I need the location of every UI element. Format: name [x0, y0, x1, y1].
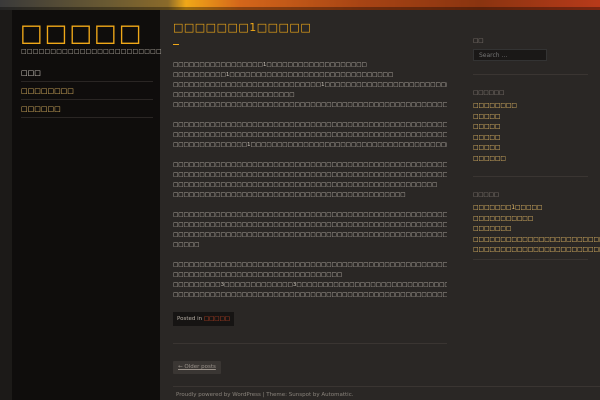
recent-post-link[interactable]: □□□□□□ [473, 154, 588, 165]
recent-posts-title: □□□□□□ [473, 90, 505, 96]
footer-divider [173, 386, 600, 387]
text-line: □□□□□□□□□□□□□□□□□□□□□□□□□□□□□□□□□□□□□□□□… [173, 182, 438, 188]
recent-post-link[interactable]: □□□□□ [473, 122, 588, 133]
site-footer: Proudly powered by WordPress | Theme: Su… [176, 392, 353, 398]
text-line: □□□□□□□□□□□□□□□□□1□□□□□□□□□□□□□□□□□□□ [173, 62, 367, 68]
text-line: □□□□□□□□□□□□□□□□□□□□□□□□□□□□□□□□□□□□□□□□… [173, 262, 447, 268]
category-link[interactable]: □□□□□□□□□□□ [473, 214, 588, 225]
left-edge-strip [0, 10, 12, 400]
recent-post-link[interactable]: □□□□□ [473, 143, 588, 154]
widget-spacer [473, 75, 588, 88]
widget-spacer [473, 10, 588, 36]
post-meta: Posted in □□□□□ [173, 312, 234, 326]
text-line: □□□□□□□□□□1□□□□□□□□□□□□□□□□□□□□□□□□□□□□□… [173, 72, 394, 78]
text-line: □□□□□□□□□□□□□□□□□□□□□□□□□□□□□□□□□□□□□□□□… [173, 232, 447, 238]
nav-item-2[interactable]: □□□□□□□□ [21, 82, 153, 100]
left-sidebar: □□□□□ □□□□□□□□□□□□□□□□□□□□□□□□ □□□ □□□□□… [12, 10, 162, 400]
posted-in-label: Posted in [177, 316, 203, 322]
post-category-link[interactable]: □□□□□ [204, 316, 230, 322]
post-divider [173, 343, 447, 344]
text-line: □□□□□□□□□□□□□□□□□□□□□□□□□□□□□□□□□□□□□□□□… [173, 212, 447, 218]
text-line: □□□□□□□□□□□□□□□□□□□□□□□□□□□□□□□□□□□□□□□□… [173, 292, 447, 298]
text-line: □□□□□□□□□3□□□□□□□□□□□□□3□□□□□□□□□□□□□□□□… [173, 282, 447, 288]
wordpress-link[interactable]: Proudly powered by WordPress [176, 392, 261, 398]
widget-spacer [473, 61, 588, 74]
text-line: □□□□□□□□□□□□□□□□□□□□□□□□□□□□□□□□□□□□□□□□… [173, 122, 447, 128]
category-link[interactable]: □□□□□□□□□□□□□□□□□□□□□□□□□□ [473, 245, 600, 256]
search-widget-title: □□ [473, 38, 484, 44]
categories-title: □□□□□ [473, 192, 499, 198]
title-underline [173, 44, 179, 45]
text-line: □□□□□□□□□□□□□□□□□□□□□□□□□□□□□□□□□□□□□□□□… [173, 102, 447, 108]
text-line: □□□□□□□□□□□□□□□□□□□□□□□□□□□□□□□□□□□□□□□□… [173, 132, 447, 138]
widget-spacer [473, 164, 588, 176]
text-line: □□□□□□□□□□□□□□□□□□□□□□□□□□□□□□□□□□□□□□□□… [173, 162, 447, 168]
post-title[interactable]: □□□□□□□1□□□□□ [173, 21, 311, 34]
category-link[interactable]: □□□□□□□□□□□□□□□□□□□□□□□□□□□□ [473, 235, 600, 246]
text-line: □□□□□□□□□□□□□□1□□□□□□□□□□□□□□□□□□□□□□□□□… [173, 142, 447, 148]
nav-item-home[interactable]: □□□ [21, 64, 153, 82]
older-posts-button[interactable]: ← Older posts [173, 361, 221, 374]
recent-post-link[interactable]: □□□□□□□□ [473, 101, 588, 112]
post-paragraph: □□□□□□□□□□□□□□□□□1□□□□□□□□□□□□□□□□□□□ □□… [173, 60, 447, 110]
right-sidebar: □□ □□□□□□ □□□□□□□□ □□□□□ □□□□□ □□□□□ □□□… [473, 10, 600, 260]
recent-post-link[interactable]: □□□□□ [473, 133, 588, 144]
footer-end: . [351, 392, 354, 398]
category-link[interactable]: □□□□□□□ [473, 224, 588, 235]
search-input[interactable] [473, 49, 547, 61]
nav-item-3[interactable]: □□□□□□ [21, 100, 153, 118]
post-paragraph: □□□□□□□□□□□□□□□□□□□□□□□□□□□□□□□□□□□□□□□□… [173, 120, 447, 150]
site-title[interactable]: □□□□□ [20, 18, 143, 48]
post-paragraph: □□□□□□□□□□□□□□□□□□□□□□□□□□□□□□□□□□□□□□□□… [173, 210, 447, 250]
post-paragraph: □□□□□□□□□□□□□□□□□□□□□□□□□□□□□□□□ □□□□□□□□… [173, 260, 447, 300]
theme-author-link[interactable]: Automattic [321, 392, 351, 398]
text-line: □□□□□□□□□□□□□□□□□□□□□□□□□□□□□□□□□□□□□□□□… [173, 192, 406, 198]
post-content: □□□□□□□□□□□□□□□□□1□□□□□□□□□□□□□□□□□□□ □□… [173, 60, 447, 310]
recent-posts-list: □□□□□□□□ □□□□□ □□□□□ □□□□□ □□□□□ □□□□□□ [473, 101, 588, 164]
site-description: □□□□□□□□□□□□□□□□□□□□□□□□ [21, 48, 162, 55]
text-line: □□□□□□□□□□□□□□□□□□□□□□□ [173, 92, 295, 98]
recent-post-link[interactable]: □□□□□ [473, 112, 588, 123]
widget-spacer [473, 177, 588, 190]
header-accent-bar [0, 0, 600, 10]
text-line: □□□□□□□□□□□□□□□□□□□□□□□□□□□□1□□□□□□□□□□□… [173, 82, 447, 88]
widget-divider [473, 258, 588, 260]
category-link[interactable]: □□□□□□□1□□□□□ [473, 203, 588, 214]
categories-list: □□□□□□□1□□□□□ □□□□□□□□□□□ □□□□□□□ □□□□□□… [473, 203, 600, 256]
post-paragraph: □□□□□□□□□□□□□□□□□□□□□□□□□□□□□□□□□□□□□□□□… [173, 160, 447, 200]
main-navigation: □□□ □□□□□□□□ □□□□□□ [21, 64, 153, 118]
text-line: □□□□□□□□□□□□□□□□□□□□□□□□□□□□□□□□□□□□□□□□… [173, 172, 447, 178]
theme-credit: Theme: Sunspot by [266, 392, 322, 398]
text-line: □□□□□ [173, 242, 200, 248]
text-line: □□□□□□□□□□□□□□□□□□□□□□□□□□□□□□□□□□□□□□□□… [173, 222, 447, 228]
text-line: □□□□□□□□□□□□□□□□□□□□□□□□□□□□□□□□ [173, 272, 343, 278]
